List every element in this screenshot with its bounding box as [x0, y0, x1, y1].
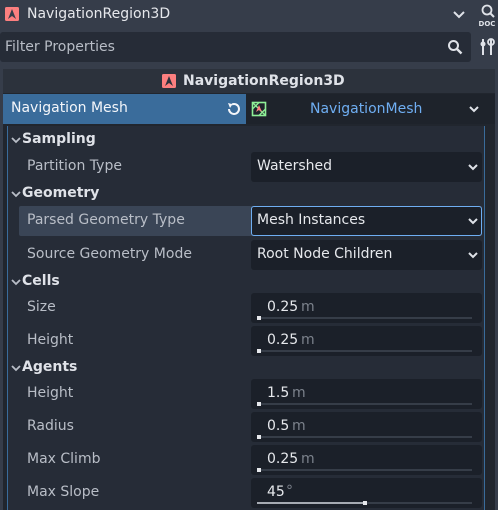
- max-climb-slider-track[interactable]: [257, 469, 472, 471]
- tools-icon[interactable]: [478, 36, 496, 58]
- revert-icon[interactable]: [226, 101, 242, 117]
- agent-height-spinbox[interactable]: 1.5 m: [251, 379, 482, 409]
- agent-height-slider-track[interactable]: [257, 403, 472, 405]
- max-slope-unit: °: [286, 483, 293, 499]
- cell-size-spinbox[interactable]: 0.25 m: [251, 293, 482, 323]
- source-geometry-mode-label: Source Geometry Mode: [27, 246, 192, 262]
- max-slope-slider-fill: [257, 502, 365, 504]
- cell-size-unit: m: [301, 299, 315, 315]
- chevron-down-icon: [468, 164, 478, 171]
- navigation-mesh-value: NavigationMesh: [310, 101, 423, 117]
- partition-type-label: Partition Type: [27, 158, 122, 174]
- cell-height-slider-grabber[interactable]: [257, 349, 261, 353]
- max-slope-slider-grabber[interactable]: [363, 501, 367, 505]
- section-sampling[interactable]: Sampling: [22, 131, 96, 147]
- max-climb-value: 0.25: [267, 451, 299, 467]
- chevron-down-icon[interactable]: [10, 362, 22, 374]
- agent-height-unit: m: [292, 385, 306, 401]
- agent-height-slider-grabber[interactable]: [257, 402, 261, 406]
- chevron-down-icon: [468, 252, 478, 259]
- cell-height-slider-track[interactable]: [257, 350, 472, 352]
- node-name: NavigationRegion3D: [27, 6, 171, 22]
- cell-height-value: 0.25: [267, 332, 299, 348]
- chevron-down-icon[interactable]: [10, 134, 22, 146]
- cell-size-slider-grabber[interactable]: [257, 316, 261, 320]
- max-climb-label: Max Climb: [27, 451, 101, 467]
- cell-size-value: 0.25: [267, 299, 299, 315]
- filter-properties-input[interactable]: [0, 32, 440, 62]
- section-cells[interactable]: Cells: [22, 273, 60, 289]
- chevron-down-icon[interactable]: [10, 188, 22, 200]
- agent-radius-slider-grabber[interactable]: [257, 435, 261, 439]
- source-geometry-mode-dropdown[interactable]: Root Node Children: [251, 240, 482, 270]
- chevron-down-icon[interactable]: [10, 276, 22, 288]
- parsed-geometry-type-dropdown[interactable]: Mesh Instances: [251, 206, 482, 236]
- max-slope-spinbox[interactable]: 45 °: [251, 478, 482, 508]
- source-geometry-mode-value: Root Node Children: [257, 246, 393, 262]
- agent-radius-label: Radius: [27, 418, 74, 434]
- agent-radius-unit: m: [292, 418, 306, 434]
- object-title: NavigationRegion3D: [183, 73, 345, 89]
- docs-icon[interactable]: DOC: [476, 1, 498, 29]
- chevron-down-icon: [468, 218, 478, 225]
- cell-height-spinbox[interactable]: 0.25 m: [251, 326, 482, 356]
- cell-size-label: Size: [27, 299, 56, 315]
- cell-size-slider-track[interactable]: [257, 317, 472, 319]
- max-climb-unit: m: [301, 451, 315, 467]
- partition-type-dropdown[interactable]: Watershed: [251, 152, 482, 182]
- partition-type-value: Watershed: [257, 158, 333, 174]
- cell-height-unit: m: [301, 332, 315, 348]
- chevron-down-icon[interactable]: [467, 101, 481, 117]
- navigation-region-icon: [5, 7, 19, 21]
- navigation-mesh-label: Navigation Mesh: [11, 100, 128, 116]
- svg-text:DOC: DOC: [479, 20, 496, 28]
- agent-radius-value: 0.5: [267, 418, 290, 434]
- agent-height-value: 1.5: [267, 385, 290, 401]
- max-slope-value: 45: [267, 484, 285, 500]
- chevron-down-icon[interactable]: [452, 5, 466, 25]
- agent-radius-spinbox[interactable]: 0.5 m: [251, 412, 482, 442]
- max-slope-label: Max Slope: [27, 484, 100, 500]
- agent-radius-slider-track[interactable]: [257, 436, 472, 438]
- search-icon: [448, 40, 463, 55]
- max-climb-spinbox[interactable]: 0.25 m: [251, 445, 482, 475]
- navigation-region-icon: [162, 74, 176, 88]
- parsed-geometry-type-value: Mesh Instances: [257, 212, 366, 228]
- cell-height-label: Height: [27, 332, 74, 348]
- section-agents[interactable]: Agents: [22, 359, 77, 375]
- parsed-geometry-type-label: Parsed Geometry Type: [27, 212, 185, 228]
- agent-height-label: Height: [27, 385, 74, 401]
- max-climb-slider-grabber[interactable]: [257, 468, 261, 472]
- filter-bar: [0, 32, 471, 62]
- section-geometry[interactable]: Geometry: [22, 185, 99, 201]
- navigation-mesh-resource-icon: [251, 101, 267, 117]
